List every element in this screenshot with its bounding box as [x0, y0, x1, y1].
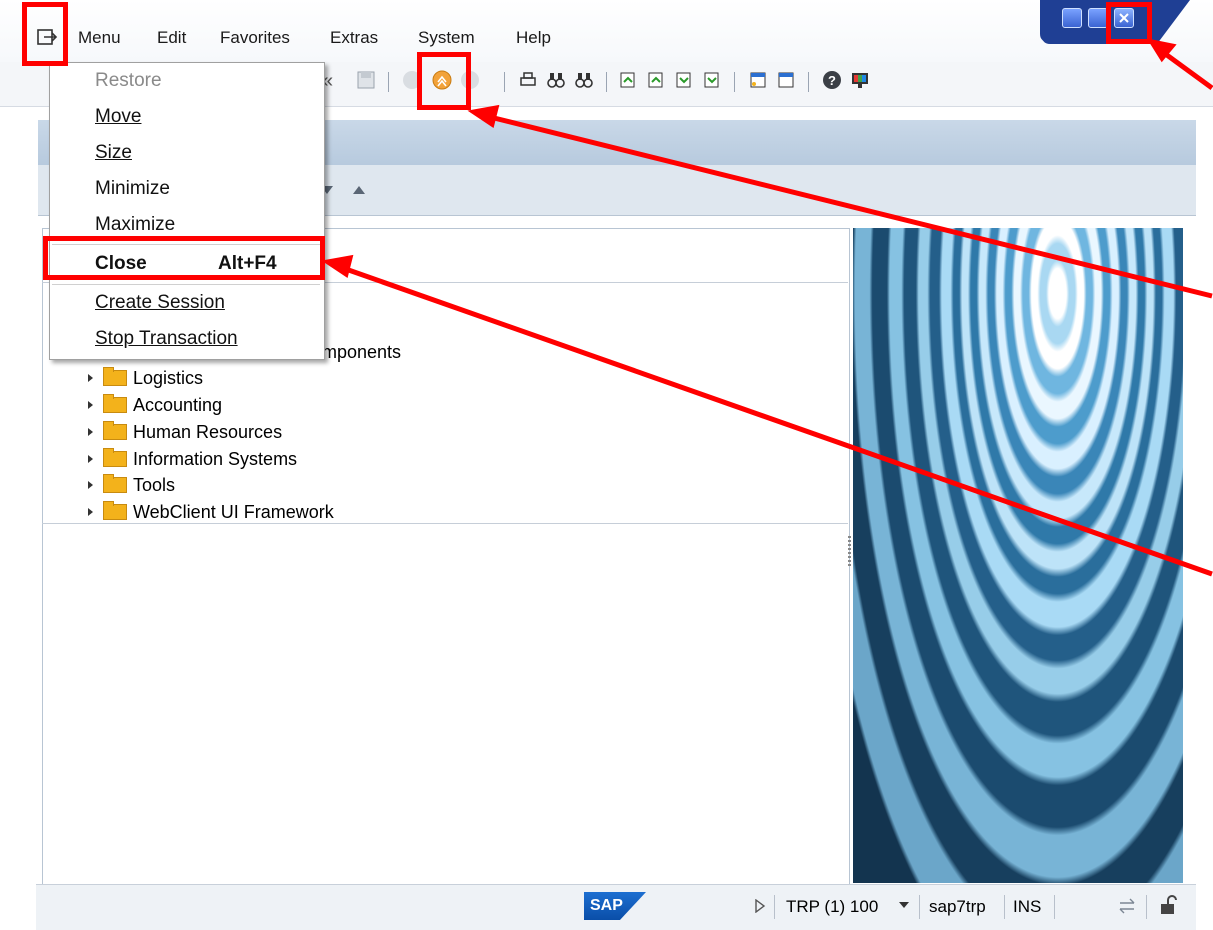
arrow-to-exit-icon [485, 113, 1213, 299]
annotation-arrows [321, 38, 1213, 577]
arrowhead [467, 104, 500, 129]
arrow-to-close-button [1158, 47, 1213, 91]
arrow-to-close-option [339, 264, 1213, 577]
arrowhead [321, 254, 354, 279]
